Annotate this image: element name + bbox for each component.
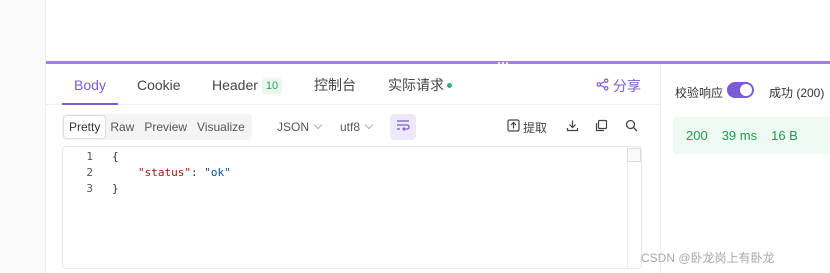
extract-icon	[507, 119, 520, 135]
toggle-knob	[740, 84, 752, 96]
view-mode-switcher: Pretty Raw Preview Visualize	[62, 114, 252, 140]
copy-icon	[595, 119, 608, 135]
extract-button[interactable]: 提取	[507, 114, 547, 140]
tab-actual-request-label: 实际请求	[388, 77, 444, 93]
tab-console-label: 控制台	[314, 77, 356, 93]
search-icon	[625, 119, 638, 135]
response-stats: 200 39 ms 16 B	[673, 117, 830, 154]
header-count-badge: 10	[261, 78, 283, 94]
tab-header-label: Header	[212, 77, 258, 93]
chevron-down-icon	[364, 120, 374, 130]
tab-body-label: Body	[74, 77, 106, 93]
response-tabs: Body Cookie Header 10 控制台 实际请求	[46, 64, 660, 105]
status-dot-icon	[447, 83, 452, 88]
search-button[interactable]	[623, 114, 639, 140]
panel-divider[interactable]	[660, 64, 661, 273]
response-body-editor[interactable]: 1 { 2 "status": "ok" 3 }	[62, 146, 642, 269]
code-line: 2 "status": "ok"	[63, 165, 641, 181]
code-text: "status": "ok"	[138, 165, 231, 181]
response-time: 39 ms	[721, 128, 758, 143]
tab-console[interactable]: 控制台	[314, 64, 356, 104]
download-button[interactable]	[564, 114, 580, 140]
validate-response-label: 校验响应	[675, 86, 724, 100]
response-size: 16 B	[771, 128, 798, 143]
share-label: 分享	[613, 78, 641, 94]
minimap-thumb[interactable]	[627, 148, 641, 162]
status-code: 200	[686, 128, 708, 143]
copy-button[interactable]	[593, 114, 609, 140]
wrap-lines-icon	[396, 118, 410, 136]
line-number: 2	[86, 166, 93, 179]
json-separator: :	[190, 166, 205, 179]
extract-label: 提取	[523, 120, 548, 135]
wrap-lines-button[interactable]	[390, 114, 416, 140]
active-tab-underline	[62, 103, 118, 105]
code-line: 1 {	[63, 149, 641, 165]
left-rail	[0, 0, 46, 273]
line-number: 1	[86, 150, 93, 163]
chevron-down-icon	[313, 120, 323, 130]
request-area-blank	[46, 0, 830, 61]
response-status-text: 成功 (200)	[769, 86, 825, 100]
code-text: {	[112, 150, 119, 163]
tab-actual-request[interactable]: 实际请求	[388, 64, 452, 104]
line-number: 3	[86, 182, 93, 195]
json-key: "status"	[138, 166, 191, 179]
editor-minimap[interactable]	[627, 147, 641, 268]
view-raw-button[interactable]: Raw	[105, 116, 139, 138]
tab-cookie[interactable]: Cookie	[137, 64, 181, 104]
format-select[interactable]: JSON	[277, 114, 323, 140]
watermark: CSDN @卧龙岗上有卧龙	[641, 251, 775, 265]
response-toolbar: Pretty Raw Preview Visualize JSON utf8 提…	[62, 114, 644, 140]
tab-header[interactable]: Header 10	[212, 64, 283, 104]
view-visualize-button[interactable]: Visualize	[192, 116, 250, 138]
download-icon	[566, 119, 579, 135]
format-select-value: JSON	[277, 120, 310, 134]
validate-response-toggle[interactable]	[727, 82, 754, 98]
view-preview-button[interactable]: Preview	[139, 116, 192, 138]
json-value: "ok"	[204, 166, 231, 179]
encoding-select-value: utf8	[340, 120, 361, 134]
code-line: 3 }	[63, 181, 641, 197]
encoding-select[interactable]: utf8	[340, 114, 374, 140]
tab-body[interactable]: Body	[62, 64, 118, 105]
tab-cookie-label: Cookie	[137, 77, 181, 93]
code-text: }	[112, 182, 119, 195]
share-button[interactable]: 分享	[596, 76, 641, 96]
view-pretty-button[interactable]: Pretty	[64, 116, 106, 138]
share-icon	[596, 78, 609, 94]
